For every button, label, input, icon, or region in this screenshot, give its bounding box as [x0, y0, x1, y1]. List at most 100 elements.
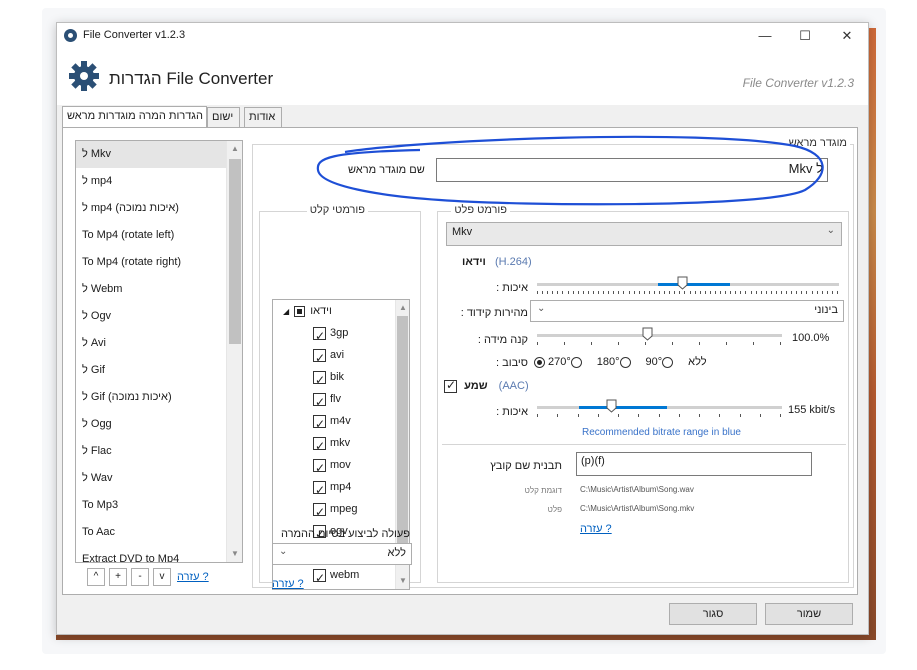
tab-about[interactable]: אודות	[244, 107, 282, 127]
output-format-help-link[interactable]: עזרה ?	[580, 523, 612, 535]
output-format-select[interactable]: Mkv ⌄	[446, 222, 842, 246]
audio-enabled-checkbox[interactable]	[444, 378, 457, 393]
format-label: flv	[330, 393, 341, 405]
slider-tick	[726, 342, 727, 345]
format-item-bik[interactable]: bik	[313, 366, 344, 391]
slider-tick	[740, 291, 742, 294]
format-checkbox[interactable]	[313, 501, 326, 523]
slider-tick	[811, 291, 813, 294]
rotate-option[interactable]: 270°	[548, 356, 585, 368]
scale-slider[interactable]	[537, 326, 782, 348]
rotate-option-label: ללא	[688, 356, 707, 368]
format-item-mpeg[interactable]: mpeg	[313, 498, 358, 523]
tree-root-video[interactable]: ◢ וידאו	[283, 300, 332, 322]
format-item-mov[interactable]: mov	[313, 454, 351, 479]
input-formats-help-link[interactable]: עזרה ?	[272, 578, 304, 590]
format-item-mp4[interactable]: mp4	[313, 476, 351, 501]
presets-help-link[interactable]: עזרה ?	[177, 571, 209, 583]
scale-ticks	[537, 342, 782, 346]
format-item-3gp[interactable]: 3gp	[313, 322, 348, 347]
preset-list-item[interactable]: ל Flac	[76, 438, 242, 465]
post-action-select[interactable]: ללא ⌄	[272, 543, 412, 565]
preset-list-item[interactable]: ל Ogg	[76, 411, 242, 438]
preset-list-item[interactable]: To Mp4 (rotate left)	[76, 222, 242, 249]
slider-tick	[603, 291, 605, 294]
tree-scroll-up-icon[interactable]: ▲	[396, 300, 409, 316]
add-preset-button[interactable]: +	[109, 568, 127, 586]
format-checkbox[interactable]	[313, 413, 326, 435]
slider-tick	[633, 291, 635, 294]
remove-preset-button[interactable]: -	[131, 568, 149, 586]
slider-tick	[591, 342, 592, 345]
chevron-down-icon: ⌄	[537, 303, 546, 314]
audio-quality-thumb[interactable]	[606, 399, 617, 413]
tab-presets[interactable]: הגדרות המרה מוגדרות מראש	[62, 106, 207, 128]
preset-list-item[interactable]: ל Gif	[76, 357, 242, 384]
preset-list-item[interactable]: To Mp3	[76, 492, 242, 519]
radio-button[interactable]	[534, 356, 545, 368]
radio-button[interactable]	[619, 356, 631, 368]
slider-tick	[755, 291, 757, 294]
maximize-button[interactable]: ☐	[787, 25, 823, 47]
close-window-button[interactable]: ✕	[829, 25, 865, 47]
audio-quality-ticks	[537, 414, 782, 418]
preset-list-item[interactable]: To Aac	[76, 519, 242, 546]
move-down-button[interactable]: v	[153, 568, 171, 586]
scale-thumb[interactable]	[642, 327, 653, 341]
format-item-webm[interactable]: webm	[313, 564, 359, 589]
tab-application[interactable]: ישום	[207, 107, 240, 127]
collapse-arrow-icon[interactable]: ◢	[283, 307, 289, 316]
preset-list-scrollbar[interactable]: ▲ ▼	[226, 141, 242, 562]
format-checkbox[interactable]	[313, 435, 326, 457]
scroll-thumb[interactable]	[229, 159, 241, 344]
preset-list-item[interactable]: ל Webm	[76, 276, 242, 303]
video-quality-thumb[interactable]	[677, 276, 688, 290]
preset-list-item[interactable]: ל Wav	[76, 465, 242, 492]
radio-button[interactable]	[570, 356, 582, 368]
format-item-mkv[interactable]: mkv	[313, 432, 350, 457]
format-item-avi[interactable]: avi	[313, 344, 344, 369]
rotate-option[interactable]: 90°	[646, 356, 677, 368]
tree-scroll-thumb[interactable]	[397, 316, 408, 546]
tri-state-checkbox[interactable]	[294, 305, 306, 317]
format-item-flv[interactable]: flv	[313, 388, 341, 413]
minimize-button[interactable]: —	[747, 25, 783, 47]
filename-template-input[interactable]: (p)(f)	[576, 452, 812, 476]
close-button[interactable]: סגור	[669, 603, 757, 625]
preset-list-item[interactable]: ל Gif (איכות נמוכה)	[76, 384, 242, 411]
rotate-option[interactable]: 180°	[597, 356, 634, 368]
video-quality-slider[interactable]	[537, 275, 839, 297]
slider-tick	[557, 414, 559, 417]
scroll-up-arrow-icon[interactable]: ▲	[227, 141, 242, 157]
preset-list-item[interactable]: ל Avi	[76, 330, 242, 357]
slider-tick	[796, 291, 798, 294]
format-checkbox[interactable]	[313, 325, 326, 347]
format-checkbox[interactable]	[313, 369, 326, 391]
slider-tick	[679, 291, 681, 294]
audio-quality-slider[interactable]	[537, 398, 782, 420]
slider-tick	[643, 291, 645, 294]
preset-list-item[interactable]: ל mp4	[76, 168, 242, 195]
preset-list-item[interactable]: ל mp4 (איכות נמוכה)	[76, 195, 242, 222]
preset-list-item[interactable]: Extract DVD to Mp4	[76, 546, 242, 562]
post-action-value: ללא	[387, 547, 406, 559]
preset-list-item[interactable]: ל Mkv	[76, 141, 242, 168]
slider-tick	[582, 291, 584, 294]
format-checkbox[interactable]	[313, 391, 326, 413]
format-item-m4v[interactable]: m4v	[313, 410, 351, 435]
preset-list-item[interactable]: ל Ogv	[76, 303, 242, 330]
save-button[interactable]: שמור	[765, 603, 853, 625]
format-checkbox[interactable]	[313, 567, 326, 589]
preset-name-input[interactable]: ל Mkv	[436, 158, 828, 182]
preset-list[interactable]: ל Mkv ל mp4 ל mp4 (איכות נמוכה) To Mp4 (rot…	[75, 140, 243, 563]
format-checkbox[interactable]	[313, 457, 326, 479]
radio-button[interactable]	[662, 356, 674, 368]
preset-list-item[interactable]: To Mp4 (rotate right)	[76, 249, 242, 276]
format-checkbox[interactable]	[313, 347, 326, 369]
encoding-speed-select[interactable]: בינוני ⌄	[530, 300, 844, 322]
output-format-value: Mkv	[452, 226, 473, 238]
move-up-button[interactable]: ^	[87, 568, 105, 586]
format-checkbox[interactable]	[313, 479, 326, 501]
scroll-down-arrow-icon[interactable]: ▼	[227, 546, 242, 562]
tree-scroll-down-icon[interactable]: ▼	[396, 573, 409, 589]
